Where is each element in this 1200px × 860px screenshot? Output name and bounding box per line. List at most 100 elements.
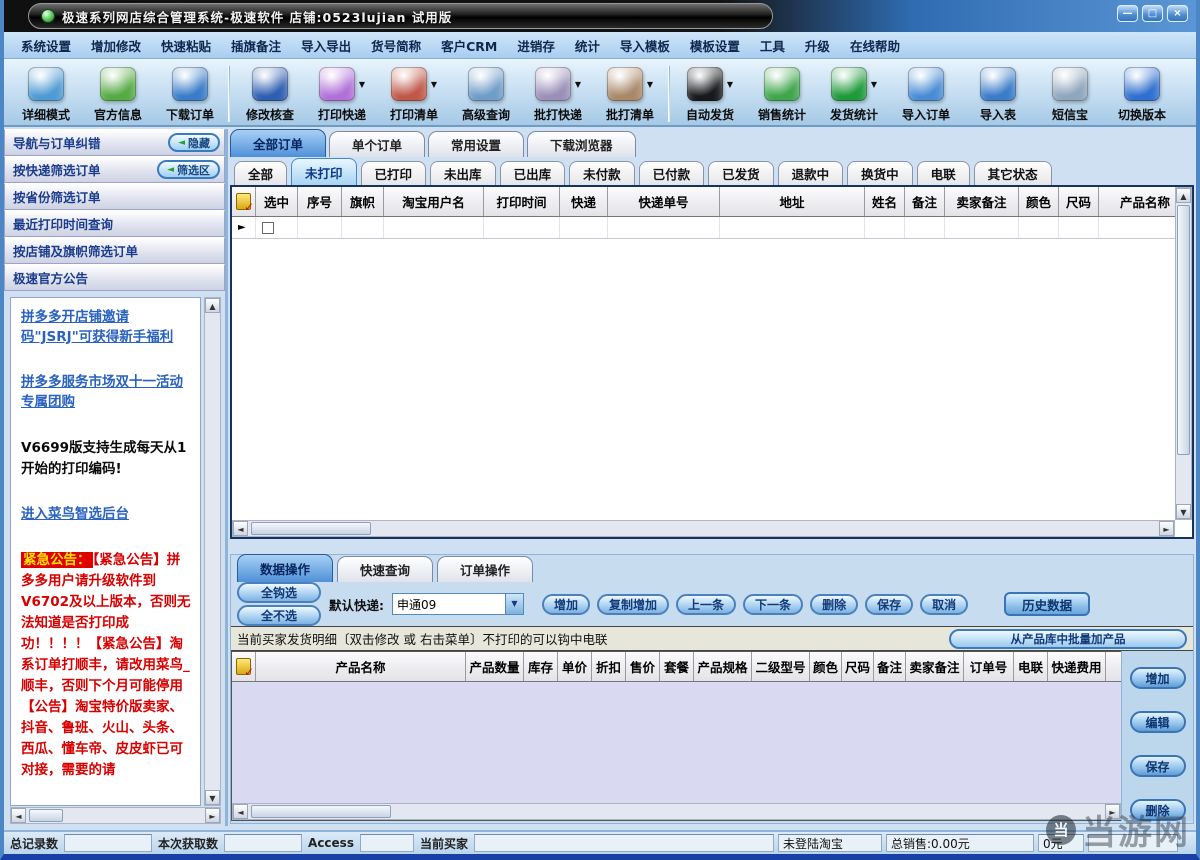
- column-header[interactable]: 打印时间: [484, 187, 560, 216]
- scroll-left-icon[interactable]: ◄: [11, 808, 26, 823]
- tab-bottom-2[interactable]: 快速查询: [337, 556, 433, 582]
- menu-item[interactable]: 模板设置: [681, 33, 749, 58]
- scroll-left-icon[interactable]: ◄: [233, 521, 248, 536]
- menu-item[interactable]: 系统设置: [12, 33, 80, 58]
- menu-item[interactable]: 客户CRM: [432, 33, 506, 58]
- tab-status-7[interactable]: 已付款: [639, 161, 705, 185]
- scrollbar-thumb[interactable]: [251, 805, 391, 818]
- tab-status-4[interactable]: 未出库: [430, 161, 496, 185]
- column-header[interactable]: 产品名称: [256, 652, 466, 681]
- scroll-left-icon[interactable]: ◄: [233, 804, 248, 819]
- order-table-vscrollbar[interactable]: ▲ ▼: [1175, 187, 1192, 520]
- sidebar-section-2[interactable]: 按快递筛选订单◄筛选区: [4, 156, 225, 183]
- toolbar-button[interactable]: 切换版本: [1106, 62, 1178, 123]
- tab-status-9[interactable]: 退款中: [778, 161, 844, 185]
- minimize-button[interactable]: —: [1117, 5, 1138, 22]
- chevron-down-icon[interactable]: ▼: [505, 594, 523, 614]
- menu-item[interactable]: 导入导出: [292, 33, 360, 58]
- announcement-link[interactable]: 拼多多开店铺邀请码"JSRJ"可获得新手福利: [21, 308, 192, 347]
- column-header[interactable]: 套餐: [660, 652, 694, 681]
- toolbar-button[interactable]: 修改核查: [234, 62, 306, 123]
- menu-item[interactable]: 货号简称: [362, 33, 430, 58]
- check-all-button[interactable]: 全钩选: [237, 582, 321, 603]
- product-delete-button[interactable]: 删除: [1130, 799, 1186, 821]
- menu-item[interactable]: 插旗备注: [222, 33, 290, 58]
- menu-item[interactable]: 统计: [566, 33, 609, 58]
- menu-item[interactable]: 升级: [796, 33, 839, 58]
- menu-item[interactable]: 工具: [751, 33, 794, 58]
- toolbar-button[interactable]: 导入订单: [890, 62, 962, 123]
- column-header[interactable]: 产品数量: [466, 652, 524, 681]
- history-data-button[interactable]: 历史数据: [1004, 592, 1090, 616]
- add-button[interactable]: 增加: [542, 594, 590, 615]
- tab-status-5[interactable]: 已出库: [500, 161, 566, 185]
- tab-status-6[interactable]: 未付款: [569, 161, 635, 185]
- scroll-right-icon[interactable]: ►: [205, 808, 220, 823]
- column-header[interactable]: 产品规格: [694, 652, 752, 681]
- title-pill[interactable]: 极速系列网店综合管理系统-极速软件 店铺:0523lujian 试用版: [28, 3, 773, 29]
- announcement-hscrollbar[interactable]: ◄ ►: [10, 807, 221, 824]
- tab-status-12[interactable]: 其它状态: [974, 161, 1052, 185]
- scroll-right-icon[interactable]: ►: [1159, 521, 1174, 536]
- tab-status-2[interactable]: 未打印: [291, 158, 357, 185]
- tab-primary-3[interactable]: 常用设置: [428, 131, 524, 157]
- sidebar-section-button[interactable]: ◄筛选区: [157, 160, 220, 179]
- column-header[interactable]: 选中: [256, 187, 298, 216]
- column-header[interactable]: 旗帜: [1106, 652, 1121, 681]
- order-table-hscrollbar[interactable]: ◄ ►: [232, 520, 1175, 537]
- tab-status-1[interactable]: 全部: [234, 161, 287, 185]
- toolbar-button[interactable]: ▼打印清单: [378, 62, 450, 123]
- chevron-down-icon[interactable]: ▼: [431, 80, 437, 89]
- tab-status-3[interactable]: 已打印: [361, 161, 427, 185]
- tab-status-8[interactable]: 已发货: [708, 161, 774, 185]
- column-header[interactable]: 颜色: [810, 652, 842, 681]
- tab-primary-1[interactable]: 全部订单: [230, 129, 326, 157]
- scroll-right-icon[interactable]: ►: [1105, 804, 1120, 819]
- column-header[interactable]: 姓名: [865, 187, 905, 216]
- tab-status-10[interactable]: 换货中: [847, 161, 913, 185]
- column-header[interactable]: 电联: [1014, 652, 1048, 681]
- column-header[interactable]: 库存: [524, 652, 558, 681]
- announcement-vscrollbar[interactable]: ▲ ▼: [204, 297, 221, 806]
- uncheck-all-button[interactable]: 全不选: [237, 605, 321, 626]
- column-header[interactable]: 快递单号: [608, 187, 720, 216]
- scroll-down-icon[interactable]: ▼: [1176, 504, 1191, 519]
- chevron-down-icon[interactable]: ▼: [871, 80, 877, 89]
- toolbar-button[interactable]: 短信宝: [1034, 62, 1106, 123]
- toolbar-button[interactable]: 导入表: [962, 62, 1034, 123]
- toolbar-button[interactable]: 官方信息: [82, 62, 154, 123]
- announcement-link[interactable]: 进入菜鸟智选后台: [21, 505, 192, 525]
- toolbar-button[interactable]: 下载订单: [154, 62, 226, 123]
- column-header[interactable]: 订单号: [964, 652, 1014, 681]
- product-add-button[interactable]: 增加: [1130, 667, 1186, 689]
- menu-item[interactable]: 快速粘贴: [152, 33, 220, 58]
- delete-button[interactable]: 删除: [810, 594, 858, 615]
- sidebar-section-4[interactable]: 最近打印时间查询: [4, 210, 225, 237]
- toolbar-button[interactable]: ▼批打快递: [522, 62, 594, 123]
- tab-bottom-3[interactable]: 订单操作: [437, 556, 533, 582]
- cancel-button[interactable]: 取消: [920, 594, 968, 615]
- tab-bottom-1[interactable]: 数据操作: [237, 554, 333, 582]
- column-header[interactable]: 售价: [626, 652, 660, 681]
- column-header[interactable]: 备注: [874, 652, 906, 681]
- chevron-down-icon[interactable]: ▼: [727, 80, 733, 89]
- menu-item[interactable]: 进销存: [508, 33, 564, 58]
- column-header[interactable]: 卖家备注: [906, 652, 964, 681]
- scrollbar-thumb[interactable]: [251, 522, 371, 535]
- previous-button[interactable]: 上一条: [676, 594, 736, 615]
- scrollbar-thumb[interactable]: [29, 809, 63, 822]
- column-header[interactable]: 尺码: [1059, 187, 1099, 216]
- toolbar-button[interactable]: 销售统计: [746, 62, 818, 123]
- save-button[interactable]: 保存: [865, 594, 913, 615]
- tab-status-11[interactable]: 电联: [917, 161, 970, 185]
- scroll-up-icon[interactable]: ▲: [205, 298, 220, 313]
- product-table-hscrollbar[interactable]: ◄ ►: [232, 803, 1121, 820]
- column-header[interactable]: 单价: [558, 652, 592, 681]
- row-checkbox[interactable]: [262, 222, 274, 234]
- tab-primary-4[interactable]: 下载浏览器: [527, 131, 636, 157]
- sidebar-section-1[interactable]: 导航与订单纠错◄隐藏: [4, 129, 225, 156]
- select-all-header[interactable]: [232, 187, 256, 216]
- chevron-down-icon[interactable]: ▼: [359, 80, 365, 89]
- menu-item[interactable]: 在线帮助: [841, 33, 909, 58]
- column-header[interactable]: 尺码: [842, 652, 874, 681]
